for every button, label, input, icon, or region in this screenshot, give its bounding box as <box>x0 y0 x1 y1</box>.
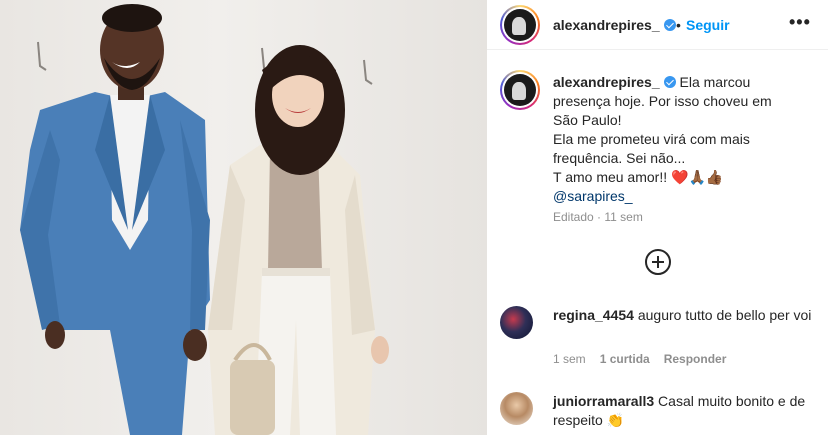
commenter-username[interactable]: juniorramarall3 <box>553 393 654 409</box>
caption-line: São Paulo! <box>553 112 622 128</box>
comment-meta: 1 sem 1 curtida Responder <box>553 352 726 366</box>
commenter-username[interactable]: regina_4454 <box>553 307 634 323</box>
caption-author-avatar[interactable] <box>500 70 540 110</box>
caption-emojis: ❤️🙏🏾👍🏾 <box>671 169 724 185</box>
caption-line: frequência. Sei não... <box>553 150 686 166</box>
commenter-avatar[interactable] <box>500 392 533 425</box>
caption-line: presença hoje. Por isso choveu em <box>553 93 772 109</box>
author-username: alexandrepires_ <box>553 17 660 33</box>
caption-username[interactable]: alexandrepires_ <box>553 74 660 90</box>
post-side-panel: alexandrepires_ • Seguir ••• alexandrepi… <box>487 0 828 435</box>
author-avatar[interactable] <box>500 5 540 45</box>
comment-text: regina_4454 auguro tutto de bello per vo… <box>553 306 813 325</box>
caption-line: Ela me prometeu virá com mais <box>553 131 750 147</box>
caption-line: T amo meu amor!! <box>553 169 668 185</box>
caption-text: alexandrepires_ Ela marcou presença hoje… <box>553 73 813 206</box>
post-photo[interactable] <box>0 0 487 435</box>
verified-badge-icon <box>663 76 676 88</box>
reply-button[interactable]: Responder <box>664 352 727 366</box>
comment-text: juniorramarall3 Casal muito bonito e de … <box>553 392 813 430</box>
load-more-comments-icon[interactable] <box>645 249 671 275</box>
follow-button[interactable]: Seguir <box>686 17 730 33</box>
caption-meta: Editado · 11 sem <box>553 210 643 224</box>
header-separator: • <box>676 17 681 33</box>
comment-likes-link[interactable]: 1 curtida <box>600 352 650 366</box>
more-options-icon[interactable]: ••• <box>789 12 811 33</box>
mention-link[interactable]: @sarapires_ <box>553 187 813 206</box>
avatar-photo <box>504 74 536 106</box>
author-username-link[interactable]: alexandrepires_ <box>553 17 676 33</box>
verified-badge-icon <box>663 19 676 31</box>
comment-time: 1 sem <box>553 352 586 366</box>
post-header: alexandrepires_ • Seguir ••• <box>487 0 828 50</box>
commenter-avatar[interactable] <box>500 306 533 339</box>
caption-line: Ela marcou <box>679 74 751 90</box>
avatar-photo <box>504 9 536 41</box>
couple-photo-illustration <box>20 4 389 435</box>
comment-body: auguro tutto de bello per voi <box>637 307 812 323</box>
